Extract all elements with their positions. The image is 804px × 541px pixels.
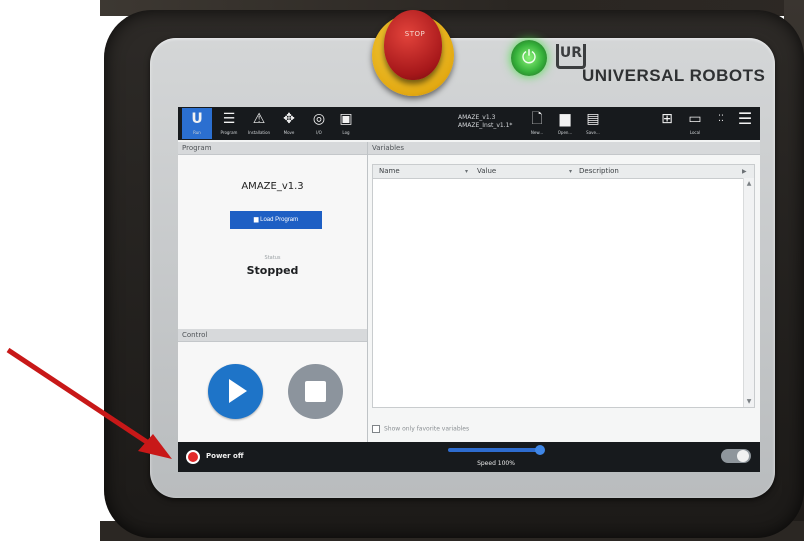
annotation-arrow [6, 347, 172, 459]
